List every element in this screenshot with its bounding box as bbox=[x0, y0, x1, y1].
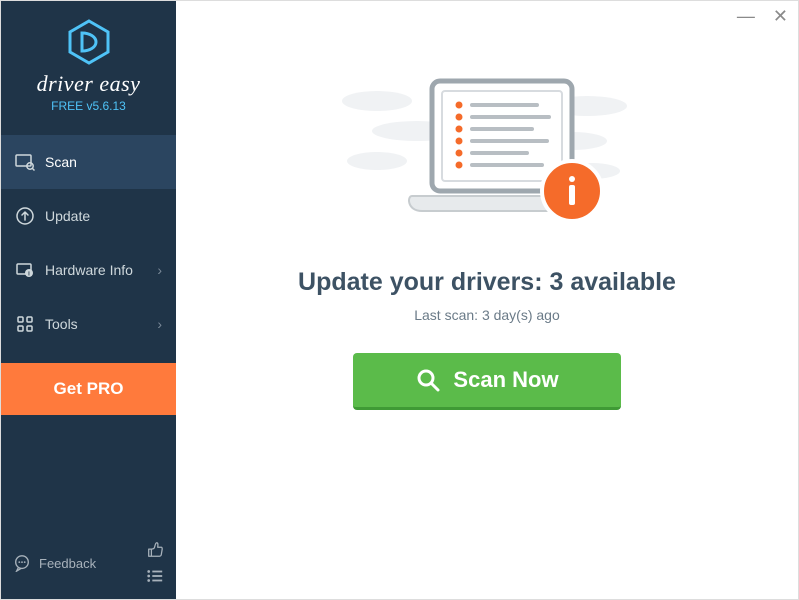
main-content: — ✕ bbox=[176, 1, 798, 599]
sidebar-item-scan[interactable]: Scan bbox=[1, 135, 176, 189]
chevron-right-icon: › bbox=[157, 316, 162, 332]
sidebar-item-label: Hardware Info bbox=[45, 262, 133, 278]
sidebar-item-update[interactable]: Update bbox=[1, 189, 176, 243]
speech-bubble-icon bbox=[13, 554, 31, 572]
content-center: Update your drivers: 3 available Last sc… bbox=[176, 1, 798, 410]
sidebar-item-hardware-info[interactable]: i Hardware Info › bbox=[1, 243, 176, 297]
list-icon[interactable] bbox=[146, 567, 164, 585]
right-icons bbox=[146, 541, 164, 585]
logo-area: driver easy FREE v5.6.13 bbox=[1, 1, 176, 125]
tools-icon bbox=[15, 314, 35, 334]
scan-now-button[interactable]: Scan Now bbox=[353, 353, 620, 410]
nav: Scan Update i Hardware Info › Tools bbox=[1, 135, 176, 351]
feedback-label: Feedback bbox=[39, 556, 96, 571]
chevron-right-icon: › bbox=[157, 262, 162, 278]
window-controls: — ✕ bbox=[737, 7, 788, 25]
last-scan-text: Last scan: 3 day(s) ago bbox=[414, 307, 560, 323]
thumbs-up-icon[interactable] bbox=[146, 541, 164, 559]
minimize-button[interactable]: — bbox=[737, 7, 755, 25]
version-label: FREE v5.6.13 bbox=[1, 99, 176, 113]
update-icon bbox=[15, 206, 35, 226]
sidebar: driver easy FREE v5.6.13 Scan Update i bbox=[1, 1, 176, 599]
get-pro-label: Get PRO bbox=[54, 379, 124, 398]
bottom-bar: Feedback bbox=[1, 531, 176, 599]
sidebar-item-tools[interactable]: Tools › bbox=[1, 297, 176, 351]
sidebar-item-label: Scan bbox=[45, 154, 77, 170]
search-icon bbox=[415, 367, 441, 393]
spacer bbox=[1, 415, 176, 531]
main-heading: Update your drivers: 3 available bbox=[298, 268, 676, 297]
get-pro-button[interactable]: Get PRO bbox=[1, 363, 176, 415]
scan-now-label: Scan Now bbox=[453, 367, 558, 393]
feedback-button[interactable]: Feedback bbox=[13, 554, 96, 572]
close-button[interactable]: ✕ bbox=[773, 7, 788, 25]
hardware-info-icon: i bbox=[15, 260, 35, 280]
app-logo-icon bbox=[66, 19, 112, 65]
scan-icon bbox=[15, 152, 35, 172]
illustration bbox=[337, 71, 637, 246]
sidebar-item-label: Tools bbox=[45, 316, 78, 332]
app-window: driver easy FREE v5.6.13 Scan Update i bbox=[0, 0, 799, 600]
sidebar-item-label: Update bbox=[45, 208, 90, 224]
brand-name: driver easy bbox=[1, 71, 176, 97]
